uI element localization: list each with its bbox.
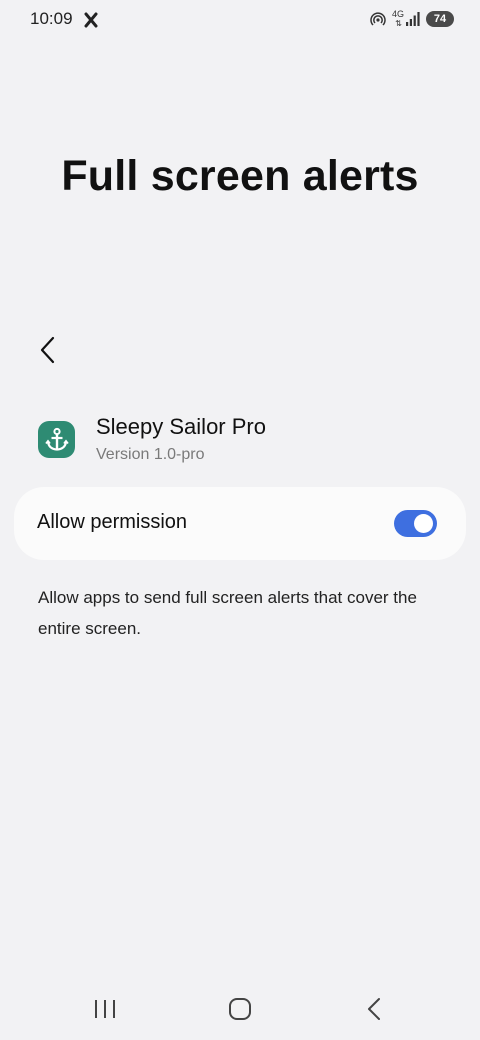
home-icon[interactable] (227, 997, 253, 1021)
page-title: Full screen alerts (61, 152, 419, 200)
permission-label: Allow permission (37, 511, 188, 533)
back-button[interactable] (30, 330, 66, 370)
back-icon[interactable] (364, 996, 384, 1022)
recent-apps-icon[interactable] (93, 998, 117, 1020)
network-type: 4G ⇅ (391, 9, 404, 29)
status-bar: 10:09 4G ⇅ 74 (0, 0, 480, 40)
hotspot-icon (370, 12, 386, 26)
permission-toggle[interactable] (394, 510, 437, 537)
chevron-left-icon (40, 336, 55, 364)
data-arrows-icon: ⇅ (395, 19, 402, 28)
app-version: Version 1.0-pro (96, 446, 205, 463)
description-text: Allow apps to send full screen alerts th… (38, 588, 417, 638)
app-notification-icon (84, 12, 98, 28)
nav-bar (0, 985, 480, 1033)
status-time: 10:09 (30, 9, 73, 28)
anchor-icon (44, 427, 69, 451)
permission-card[interactable]: Allow permission (14, 487, 466, 560)
signal-icon (406, 12, 420, 26)
network-label: 4G (391, 9, 404, 19)
status-icons: 4G ⇅ 74 (370, 9, 454, 29)
battery-icon: 74 (426, 11, 454, 27)
toggle-knob (414, 514, 433, 533)
app-icon (38, 421, 75, 458)
app-name: Sleepy Sailor Pro (96, 414, 266, 439)
